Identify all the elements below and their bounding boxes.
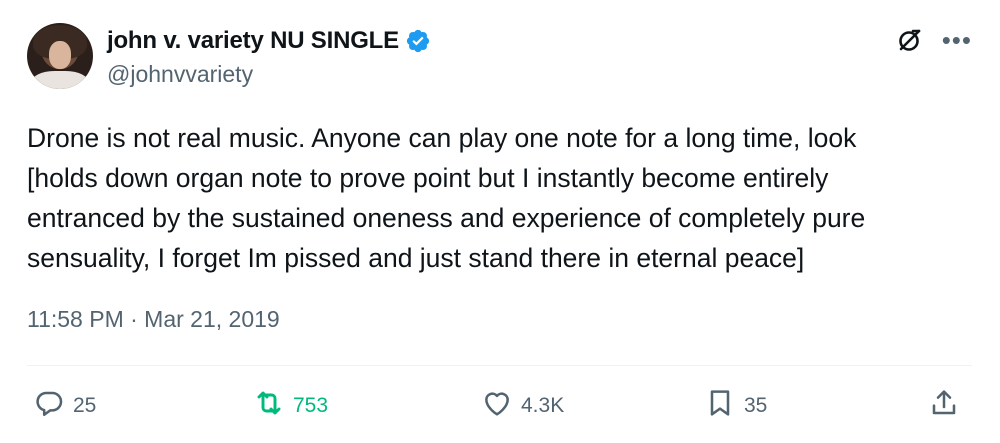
reply-count: 25 [73,394,97,417]
heart-icon [481,387,513,425]
tweet-timestamp[interactable]: 11:58 PM · Mar 21, 2019 [27,306,280,333]
retweet-button[interactable]: 753 [253,386,328,426]
author-handle[interactable]: @johnvvariety [107,61,253,88]
verified-badge-icon[interactable] [405,28,431,54]
bookmark-count: 35 [744,394,768,417]
share-icon [928,387,960,425]
author-display-name[interactable]: john v. variety NU SINGLE [107,27,399,55]
author-name-row: john v. variety NU SINGLE [107,26,431,56]
bookmark-button[interactable]: 35 [704,386,767,426]
bookmark-icon [704,387,736,425]
grok-icon[interactable] [896,26,924,54]
share-button[interactable] [928,386,960,426]
divider [27,365,972,366]
more-icon[interactable]: ••• [942,27,972,53]
avatar[interactable] [27,23,93,89]
reply-icon [33,387,65,425]
tweet-text: Drone is not real music. Anyone can play… [27,123,866,273]
like-count: 4.3K [521,394,565,417]
retweet-icon [253,387,285,425]
reply-button[interactable]: 25 [33,386,96,426]
like-button[interactable]: 4.3K [481,386,564,426]
tweet-card: john v. variety NU SINGLE @johnvvariety … [0,0,1000,443]
tweet-top-actions: ••• [896,26,972,54]
retweet-count: 753 [293,394,329,417]
